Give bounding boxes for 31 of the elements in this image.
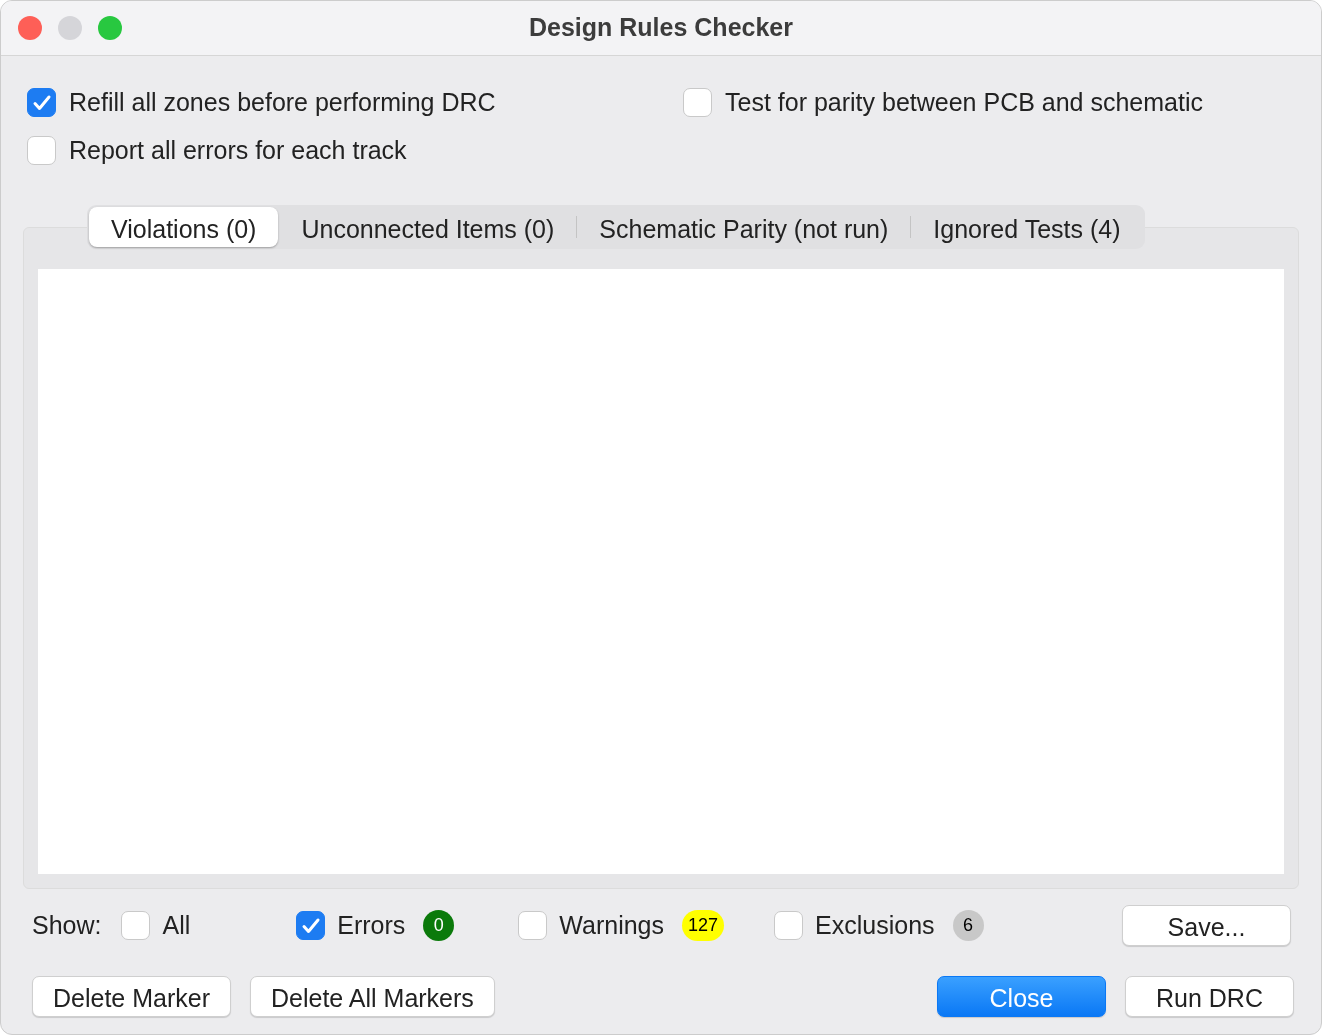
checkbox[interactable] <box>518 911 548 940</box>
dialog-button[interactable]: Run DRC <box>1125 976 1294 1017</box>
tab[interactable]: Violations (0) <box>89 207 279 247</box>
tab[interactable]: Ignored Tests (4) <box>911 207 1143 247</box>
close-window-button[interactable] <box>18 16 42 40</box>
tab[interactable]: Unconnected Items (0) <box>279 207 577 247</box>
checkbox[interactable] <box>27 135 56 165</box>
filter-label: Exclusions <box>815 909 935 941</box>
dialog-button[interactable]: Close <box>937 976 1106 1017</box>
count-badge: 127 <box>682 910 725 941</box>
filter-label: All <box>162 909 191 941</box>
dialog-button[interactable]: Delete Marker <box>32 976 231 1017</box>
checkbox[interactable] <box>121 911 151 940</box>
checkbox[interactable] <box>296 911 326 940</box>
dialog-button[interactable]: Delete All Markers <box>250 976 495 1017</box>
show-label: Show: <box>32 909 102 941</box>
tab[interactable]: Schematic Parity (not run) <box>577 207 911 247</box>
minimize-window-button[interactable] <box>58 16 82 40</box>
checkbox[interactable] <box>774 911 804 940</box>
checkbox[interactable] <box>683 88 712 118</box>
checkbox-label: Refill all zones before performing DRC <box>69 87 496 118</box>
filter-label: Errors <box>337 909 406 941</box>
checkbox[interactable] <box>27 88 56 118</box>
filter-label: Warnings <box>559 909 664 941</box>
count-badge: 0 <box>423 910 455 941</box>
window-title: Design Rules Checker <box>529 12 793 44</box>
checkbox-label: Test for parity between PCB and schematic <box>725 87 1203 118</box>
save-button[interactable]: Save... <box>1122 905 1291 946</box>
zoom-window-button[interactable] <box>98 16 122 40</box>
checkbox-label: Report all errors for each track <box>69 134 407 166</box>
count-badge: 6 <box>952 910 984 941</box>
